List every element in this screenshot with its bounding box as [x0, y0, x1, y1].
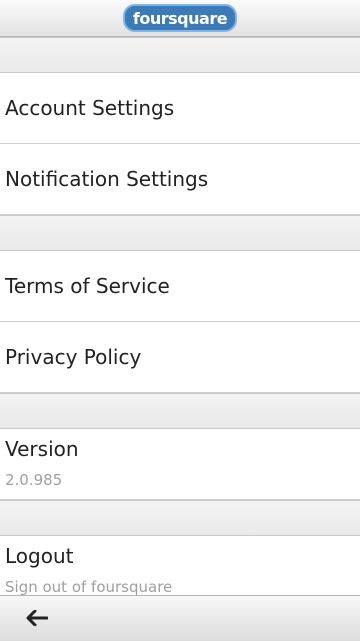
logout-label: Logout [5, 544, 74, 568]
bottom-toolbar [0, 595, 360, 641]
app-header: four square [0, 0, 360, 37]
notification-settings-label: Notification Settings [5, 167, 209, 191]
settings-list: Account Settings Notification Settings T… [0, 37, 360, 606]
version-value: 2.0.985 [5, 471, 63, 489]
section-separator [0, 37, 360, 73]
privacy-policy-label: Privacy Policy [5, 345, 142, 369]
version-item: Version 2.0.985 [0, 429, 360, 500]
section-separator [0, 215, 360, 251]
logo-text-four: four [132, 8, 169, 28]
logo-text-square: square [168, 8, 228, 28]
back-arrow-icon[interactable] [24, 606, 50, 630]
version-label: Version [5, 437, 79, 461]
section-separator [0, 500, 360, 536]
terms-of-service-label: Terms of Service [5, 274, 170, 298]
privacy-policy-item[interactable]: Privacy Policy [0, 322, 360, 393]
notification-settings-item[interactable]: Notification Settings [0, 144, 360, 215]
terms-of-service-item[interactable]: Terms of Service [0, 251, 360, 322]
section-separator [0, 393, 360, 429]
foursquare-logo: four square [122, 4, 238, 32]
account-settings-label: Account Settings [5, 96, 175, 120]
account-settings-item[interactable]: Account Settings [0, 73, 360, 144]
logout-subtitle: Sign out of foursquare [5, 578, 173, 596]
